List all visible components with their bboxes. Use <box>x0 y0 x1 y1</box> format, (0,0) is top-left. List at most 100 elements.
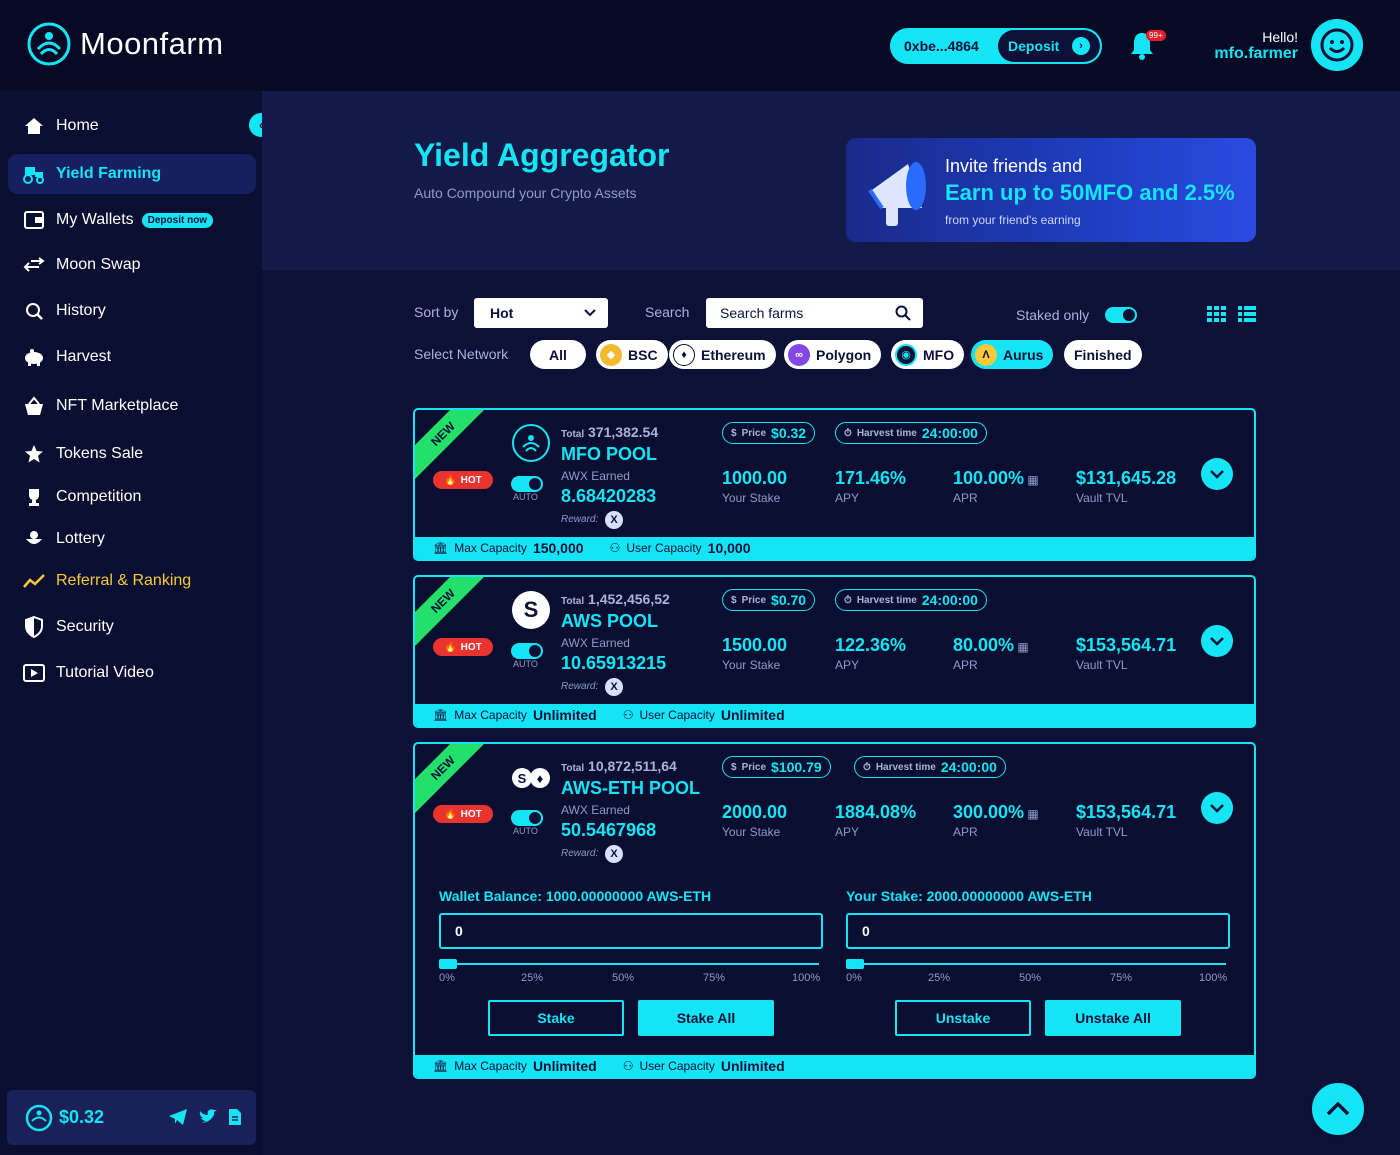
network-chip-bsc[interactable]: ◆ BSC <box>596 340 668 369</box>
user-capacity-label: User Capacity <box>626 541 702 555</box>
twitter-icon[interactable] <box>198 1108 218 1126</box>
stake-all-button[interactable]: Stake All <box>638 1000 774 1036</box>
network-chip-polygon[interactable]: ∞ Polygon <box>784 340 882 369</box>
wallet-address[interactable]: 0xbe...4864 <box>892 38 998 54</box>
stake-button[interactable]: Stake <box>488 1000 624 1036</box>
basket-icon <box>22 394 46 418</box>
apr-value: 300.00% ▦ <box>953 802 1039 823</box>
document-icon[interactable] <box>228 1108 242 1126</box>
avatar[interactable] <box>1311 19 1363 71</box>
sidebar-item-moon-swap[interactable]: Moon Swap <box>8 245 256 285</box>
sidebar-item-label: NFT Marketplace <box>56 397 179 414</box>
calculator-icon[interactable]: ▦ <box>1014 640 1028 654</box>
expand-button[interactable] <box>1201 625 1233 657</box>
deposit-now-tag[interactable]: Deposit now <box>141 212 214 228</box>
token-price: $0.32 <box>59 1107 105 1127</box>
tvl-value: $153,564.71 <box>1076 802 1177 822</box>
sidebar-item-my-wallets[interactable]: My Wallets Deposit now <box>8 200 256 240</box>
sidebar-item-home[interactable]: Home <box>8 106 256 146</box>
sidebar-item-tutorial-video[interactable]: Tutorial Video <box>8 653 256 693</box>
user-capacity-value: Unlimited <box>720 1058 785 1074</box>
reward-token-icon: X <box>605 845 623 863</box>
harvest-time-label: Harvest time <box>875 761 936 773</box>
auto-compound-toggle[interactable] <box>511 643 543 659</box>
moonfarm-logo[interactable]: Moonfarm <box>26 21 224 67</box>
unstake-slider-handle[interactable] <box>846 959 864 969</box>
sidebar-item-tokens-sale[interactable]: Tokens Sale <box>8 434 256 474</box>
collapse-button[interactable] <box>1201 792 1233 824</box>
sidebar-item-label: Tokens Sale <box>56 445 144 462</box>
chip-label: Ethereum <box>701 346 766 363</box>
network-chip-aurus[interactable]: Λ Aurus <box>971 340 1054 369</box>
list-view-icon[interactable] <box>1238 306 1256 322</box>
apy-value: 1884.08% <box>835 802 917 822</box>
unstake-amount-input[interactable]: 0 <box>846 913 1230 949</box>
harvest-time-label: Harvest time <box>856 427 917 439</box>
slider-tick: 25% <box>928 972 951 984</box>
harvest-time-pill: ⏱ Harvest time 24:00:00 <box>835 589 987 611</box>
username: mfo.farmer <box>1214 45 1298 62</box>
sidebar-item-harvest[interactable]: Harvest <box>8 337 256 377</box>
users-icon: ⚇ <box>622 1059 634 1073</box>
chevron-down-icon <box>1210 636 1224 646</box>
stake-amount-input[interactable]: 0 <box>439 913 823 949</box>
sort-select[interactable]: Hot <box>474 298 608 328</box>
smiley-icon <box>1320 28 1354 62</box>
chart-line-icon <box>22 569 46 593</box>
sidebar-item-security[interactable]: Security <box>8 607 256 647</box>
calculator-icon[interactable]: ▦ <box>1024 807 1038 821</box>
expand-button[interactable] <box>1201 458 1233 490</box>
calculator-icon[interactable]: ▦ <box>1024 473 1038 487</box>
earned-value: 10.65913215 <box>561 653 667 673</box>
moonfarm-token-icon <box>25 1104 53 1131</box>
sidebar-item-competition[interactable]: Competition <box>8 477 256 517</box>
search-input[interactable]: Search farms <box>706 298 923 328</box>
pool-card: NEW 🔥 HOT AUTO Total 371,382.54 MFO POOL … <box>413 408 1256 561</box>
max-capacity-value: 150,000 <box>532 540 584 556</box>
pool-card-expanded: NEW 🔥 HOT S ♦ AUTO Total 10,872,511,64 AW… <box>413 742 1256 1079</box>
staked-only-toggle[interactable] <box>1105 307 1137 323</box>
sidebar-item-history[interactable]: History <box>8 291 256 331</box>
sidebar-item-referral-ranking[interactable]: Referral & Ranking <box>8 561 256 601</box>
network-chip-all[interactable]: All <box>530 340 586 369</box>
price-value: $0.32 <box>771 425 807 441</box>
search-icon[interactable] <box>895 305 911 321</box>
deposit-button[interactable]: Deposit › <box>998 30 1100 62</box>
unstake-button[interactable]: Unstake <box>895 1000 1031 1036</box>
wallet-pill[interactable]: 0xbe...4864 Deposit › <box>890 28 1102 64</box>
sidebar-item-label: Lottery <box>56 530 105 547</box>
network-chip-finished[interactable]: Finished <box>1064 340 1142 369</box>
clock-icon: ⏱ <box>844 594 852 606</box>
grid-view-icon[interactable] <box>1207 306 1226 322</box>
apr-label: APR <box>953 491 978 505</box>
referral-banner[interactable]: Invite friends and Earn up to 50MFO and … <box>846 138 1256 242</box>
price-pill: $ Price $0.70 <box>722 589 816 611</box>
chip-label: All <box>549 346 567 363</box>
slider-tick: 75% <box>703 972 726 984</box>
dollar-icon: $ <box>731 761 737 773</box>
harvest-time-value: 24:00:00 <box>921 592 978 608</box>
sidebar-item-nft-marketplace[interactable]: NFT Marketplace <box>8 386 256 426</box>
hot-label: HOT <box>460 474 482 486</box>
stake-slider-track[interactable] <box>443 963 819 965</box>
chip-label: Aurus <box>1003 346 1044 363</box>
network-chip-ethereum[interactable]: ♦ Ethereum <box>669 340 776 369</box>
auto-label: AUTO <box>513 492 538 502</box>
stake-slider-handle[interactable] <box>439 959 457 969</box>
unstake-slider-track[interactable] <box>850 963 1226 965</box>
sidebar-item-lottery[interactable]: Lottery <box>8 519 256 559</box>
scroll-to-top-button[interactable] <box>1310 1081 1366 1137</box>
network-chip-mfo[interactable]: ◉ MFO <box>891 340 965 369</box>
tvl-label: Vault TVL <box>1076 825 1128 839</box>
stake-value: 1500.00 <box>722 635 788 655</box>
pool-name: AWS-ETH POOL <box>561 778 700 798</box>
auto-compound-toggle[interactable] <box>511 476 543 492</box>
sidebar-item-yield-farming[interactable]: Yield Farming <box>8 154 256 194</box>
pool-total: Total 1,452,456,52 <box>561 591 670 607</box>
stake-label: Your Stake <box>722 658 781 672</box>
users-icon: ⚇ <box>622 708 634 722</box>
auto-compound-toggle[interactable] <box>511 810 543 826</box>
unstake-all-button[interactable]: Unstake All <box>1045 1000 1181 1036</box>
telegram-icon[interactable] <box>168 1108 188 1126</box>
your-stake-label: Your Stake: 2000.00000000 AWS-ETH <box>846 888 1092 904</box>
